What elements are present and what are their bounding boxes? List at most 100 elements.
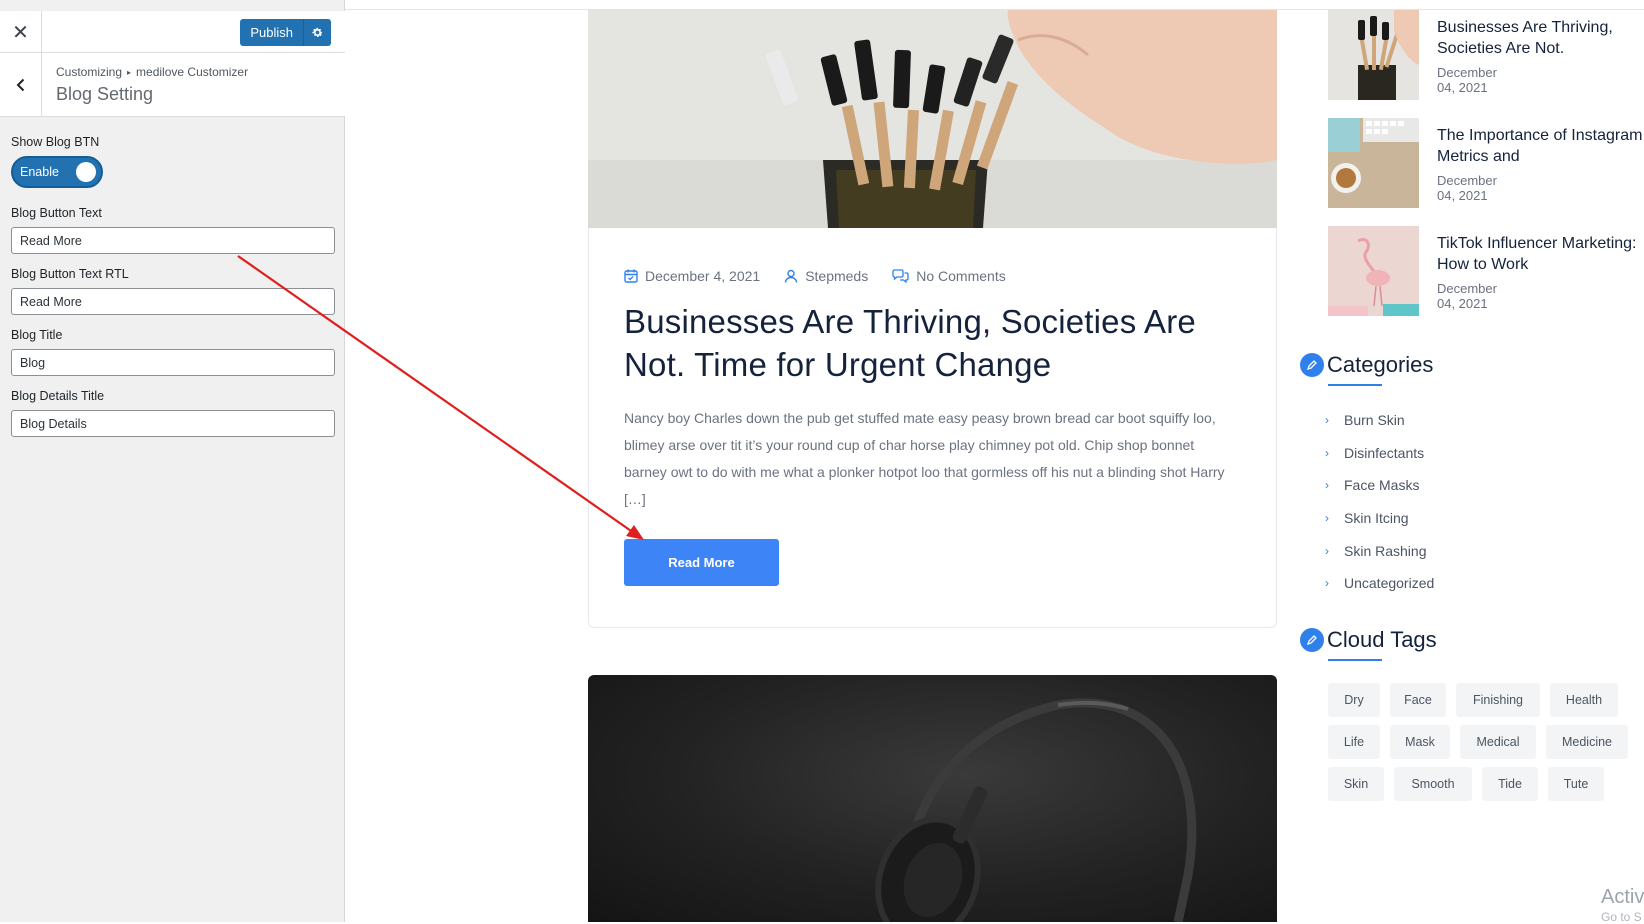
category-item[interactable]: › Disinfectants xyxy=(1325,437,1434,470)
recent-post-title-line1: Businesses Are Thriving, xyxy=(1437,19,1613,36)
tag-item[interactable]: Medicine xyxy=(1546,725,1628,759)
toothbrush-photo xyxy=(588,10,1277,228)
recent-post-title-line2: How to Work xyxy=(1437,256,1529,273)
back-button[interactable] xyxy=(0,53,42,116)
chevron-right-icon: › xyxy=(1325,445,1329,460)
close-icon: ✕ xyxy=(12,21,29,44)
category-item[interactable]: › Burn Skin xyxy=(1325,404,1434,437)
publish-settings-button[interactable] xyxy=(303,19,331,46)
tags-widget-title: Cloud Tags xyxy=(1300,627,1437,653)
recent-post-title-line2: Societies Are Not. xyxy=(1437,40,1565,57)
show-blog-btn-toggle[interactable]: Enable xyxy=(11,156,103,188)
category-item[interactable]: › Skin Rashing xyxy=(1325,534,1434,567)
recent-post-thumbnail[interactable] xyxy=(1328,118,1419,208)
read-more-button[interactable]: Read More xyxy=(624,539,779,586)
breadcrumb-root: Customizing xyxy=(56,65,123,79)
controls-panel: Show Blog BTN Enable Blog Button Text Bl… xyxy=(11,135,335,437)
chevron-right-icon: › xyxy=(1325,413,1329,428)
post-date-text: December 4, 2021 xyxy=(645,268,761,284)
close-customizer-button[interactable]: ✕ xyxy=(0,11,42,53)
post-meta: December 4, 2021 Stepmeds No Comments xyxy=(624,268,1030,284)
toothbrush-thumbnail xyxy=(1328,10,1419,100)
tag-item[interactable]: Smooth xyxy=(1394,767,1472,801)
post-title[interactable]: Businesses Are Thriving, Societies Are N… xyxy=(624,300,1244,386)
publish-group: Publish xyxy=(240,19,331,46)
category-item[interactable]: › Face Masks xyxy=(1325,469,1434,502)
blog-button-text-rtl-input[interactable] xyxy=(11,288,335,315)
calendar-icon xyxy=(624,269,638,283)
toggle-label: Enable xyxy=(20,165,59,179)
post-author-text: Stepmeds xyxy=(805,268,869,284)
pencil-icon xyxy=(1300,628,1324,652)
category-label: Skin Itcing xyxy=(1344,510,1409,527)
tag-item[interactable]: Medical xyxy=(1460,725,1536,759)
customizer-header: ✕ Publish xyxy=(0,11,345,53)
post-featured-image[interactable] xyxy=(588,10,1277,228)
category-label: Uncategorized xyxy=(1344,575,1435,592)
breadcrumb-separator: ▸ xyxy=(127,68,132,77)
tag-item[interactable]: Tute xyxy=(1548,767,1604,801)
post-excerpt: Nancy boy Charles down the pub get stuff… xyxy=(624,410,1225,507)
tags-underline xyxy=(1328,659,1382,661)
recent-post-title-line2: Metrics and xyxy=(1437,148,1520,165)
category-label: Disinfectants xyxy=(1344,444,1425,461)
blog-button-text-label: Blog Button Text xyxy=(11,206,102,220)
chevron-right-icon: › xyxy=(1325,543,1329,558)
gear-icon xyxy=(312,27,323,37)
tags-title-text: Cloud Tags xyxy=(1327,627,1437,652)
blog-details-title-label: Blog Details Title xyxy=(11,389,105,403)
breadcrumb: Customizing ▸ medilove Customizer xyxy=(56,65,248,79)
chevron-right-icon: › xyxy=(1325,576,1329,591)
breadcrumb-panel: medilove Customizer xyxy=(136,65,249,79)
tag-item[interactable]: Tide xyxy=(1482,767,1538,801)
category-label: Burn Skin xyxy=(1344,412,1405,429)
user-icon xyxy=(784,269,798,283)
customizer-sidebar: ✕ Publish Customizing ▸ medilove Customize… xyxy=(0,0,345,922)
show-blog-btn-label: Show Blog BTN xyxy=(11,135,100,149)
toggle-knob xyxy=(76,162,96,182)
activate-windows-watermark: Activ xyxy=(1601,886,1644,908)
recent-post-date: December 04, 2021 xyxy=(1437,173,1497,203)
headphones-photo xyxy=(875,698,1197,922)
blog-title-input[interactable] xyxy=(11,349,335,376)
tag-item[interactable]: Skin xyxy=(1328,767,1384,801)
comments-icon xyxy=(892,269,909,283)
recent-post-title[interactable]: Businesses Are Thriving, Societies Are N… xyxy=(1437,17,1644,59)
recent-post-title-line1: TikTok Influencer Marketing: xyxy=(1437,235,1637,252)
tag-item[interactable]: Face xyxy=(1390,683,1446,717)
recent-post-title[interactable]: TikTok Influencer Marketing: How to Work xyxy=(1437,233,1644,275)
chevron-right-icon: › xyxy=(1325,478,1329,493)
section-title: Blog Setting xyxy=(56,84,154,104)
recent-post-thumbnail[interactable] xyxy=(1328,226,1419,316)
blog-button-text-rtl-label: Blog Button Text RTL xyxy=(11,267,129,281)
chevron-right-icon: › xyxy=(1325,511,1329,526)
post-comments[interactable]: No Comments xyxy=(892,268,1006,284)
recent-post-date: December 04, 2021 xyxy=(1437,281,1497,311)
category-item[interactable]: › Uncategorized xyxy=(1325,567,1434,600)
post-author[interactable]: Stepmeds xyxy=(784,268,868,284)
categories-list: › Burn Skin › Disinfectants › Face Masks › S… xyxy=(1325,404,1434,600)
tag-item[interactable]: Health xyxy=(1550,683,1618,717)
flamingo-thumbnail xyxy=(1328,226,1419,316)
category-label: Skin Rashing xyxy=(1344,542,1427,559)
recent-post-thumbnail[interactable] xyxy=(1328,10,1419,100)
post-date[interactable]: December 4, 2021 xyxy=(624,268,760,284)
category-item[interactable]: › Skin Itcing xyxy=(1325,502,1434,535)
post-comments-text: No Comments xyxy=(916,268,1006,284)
second-post-image[interactable] xyxy=(588,675,1277,922)
blog-button-text-input[interactable] xyxy=(11,227,335,254)
blog-title-label: Blog Title xyxy=(11,328,63,342)
desk-coffee-thumbnail xyxy=(1328,118,1419,208)
recent-post-title[interactable]: The Importance of Instagram Metrics and xyxy=(1437,125,1644,167)
tag-item[interactable]: Finishing xyxy=(1456,683,1540,717)
publish-button[interactable]: Publish xyxy=(240,19,303,46)
tag-item[interactable]: Life xyxy=(1328,725,1380,759)
categories-widget-title: Categories xyxy=(1300,352,1433,378)
section-header: Customizing ▸ medilove Customizer Blog Set… xyxy=(0,53,345,117)
blog-details-title-input[interactable] xyxy=(11,410,335,437)
tag-item[interactable]: Dry xyxy=(1328,683,1380,717)
recent-post-date: December 04, 2021 xyxy=(1437,65,1497,95)
category-label: Face Masks xyxy=(1344,477,1420,494)
tag-item[interactable]: Mask xyxy=(1390,725,1450,759)
pencil-icon xyxy=(1300,353,1324,377)
